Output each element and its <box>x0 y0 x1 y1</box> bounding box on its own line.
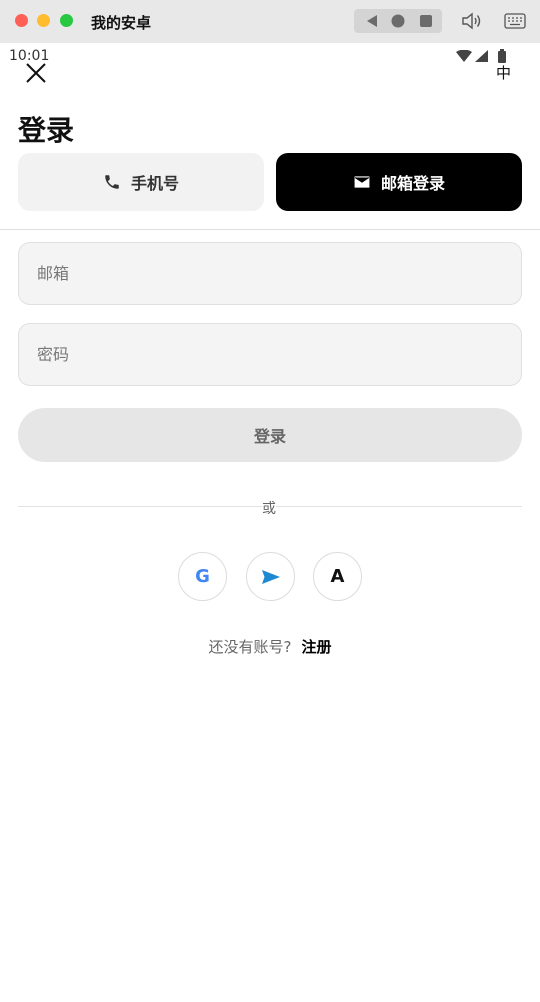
close-icon <box>26 63 46 83</box>
page-title: 登录 <box>18 114 75 147</box>
tab-phone[interactable]: 手机号 <box>18 153 264 211</box>
back-nav-button[interactable] <box>360 9 384 33</box>
password-field[interactable] <box>18 323 522 386</box>
square-icon <box>420 15 432 27</box>
maximize-window-button[interactable] <box>60 14 73 27</box>
ime-indicator[interactable]: 中 <box>496 62 511 83</box>
keyboard-button[interactable] <box>503 10 527 32</box>
minimize-window-button[interactable] <box>37 14 50 27</box>
speaker-icon <box>462 12 481 30</box>
phone-icon <box>105 175 119 189</box>
google-icon: G <box>195 566 210 587</box>
tab-divider <box>0 229 540 230</box>
signup-link[interactable]: 注册 <box>301 636 331 657</box>
tab-phone-label: 手机号 <box>130 174 179 193</box>
wifi-icon <box>456 50 472 62</box>
tab-email[interactable]: 邮箱登录 <box>276 153 522 211</box>
close-window-button[interactable] <box>15 14 28 27</box>
mail-icon <box>353 175 371 189</box>
app-screen: 10:01 中 登录 手机号 邮箱登录 登录 或 G A 还没有账号? 注册 <box>0 43 540 1002</box>
email-field[interactable] <box>18 242 522 305</box>
keyboard-icon <box>504 13 526 29</box>
recents-nav-button[interactable] <box>414 9 438 33</box>
telegram-login-button[interactable] <box>246 552 295 601</box>
apple-icon: A <box>330 566 345 587</box>
battery-icon <box>498 49 506 63</box>
volume-button[interactable] <box>460 10 484 32</box>
tab-email-label: 邮箱登录 <box>380 174 445 193</box>
signup-row: 还没有账号? 注册 <box>0 636 540 657</box>
circle-icon <box>391 14 405 28</box>
or-label: 或 <box>262 498 276 518</box>
window-titlebar: 我的安卓 <box>0 0 540 43</box>
close-button[interactable] <box>24 61 48 85</box>
window-title: 我的安卓 <box>91 14 152 32</box>
signal-icon <box>475 50 488 62</box>
google-login-button[interactable]: G <box>178 552 227 601</box>
telegram-icon <box>261 569 280 584</box>
login-button[interactable]: 登录 <box>18 408 522 462</box>
signup-question: 还没有账号? <box>208 638 292 656</box>
triangle-left-icon <box>367 15 377 27</box>
apple-login-button[interactable]: A <box>313 552 362 601</box>
emulator-nav-controls <box>354 9 442 33</box>
home-nav-button[interactable] <box>386 9 410 33</box>
